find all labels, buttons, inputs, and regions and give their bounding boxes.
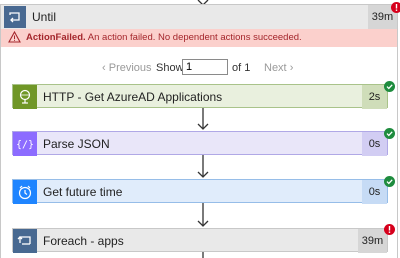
connector-line xyxy=(202,252,204,258)
action-card-parse-json[interactable]: {/} Parse JSON 0s xyxy=(12,131,388,156)
pager-next-button[interactable]: Next › xyxy=(264,62,293,74)
json-braces-icon: {/} xyxy=(13,132,37,156)
connector-arrow xyxy=(197,203,209,227)
http-globe-icon xyxy=(13,85,37,109)
action-title: HTTP - Get AzureAD Applications xyxy=(43,90,223,104)
success-check-icon xyxy=(384,128,395,139)
action-title: Get future time xyxy=(43,185,123,199)
error-badge-icon xyxy=(384,224,395,235)
connector-arrow xyxy=(197,155,209,178)
pager-previous-label: Previous xyxy=(108,62,152,74)
chevron-left-icon: ‹ xyxy=(102,62,106,74)
error-label: ActionFailed. xyxy=(26,32,86,43)
clock-icon xyxy=(13,180,37,204)
loop-icon xyxy=(4,6,26,28)
action-title: Parse JSON xyxy=(43,137,110,151)
page-number-input[interactable]: 1 xyxy=(182,59,228,75)
svg-text:{/}: {/} xyxy=(16,140,34,151)
pager-show-label: Show xyxy=(156,62,184,74)
action-card-foreach-apps[interactable]: Foreach - apps 39m xyxy=(12,228,388,253)
connector-arrow xyxy=(197,108,209,130)
pager-previous-button[interactable]: ‹ Previous xyxy=(102,62,152,74)
action-card-get-future-time[interactable]: Get future time 0s xyxy=(12,179,388,204)
pager-of-label: of 1 xyxy=(232,62,251,74)
error-message: ActionFailed. An action failed. No depen… xyxy=(26,32,302,43)
success-check-icon xyxy=(384,176,395,187)
warning-icon xyxy=(8,30,21,46)
pager-next-label: Next xyxy=(264,62,287,74)
chevron-right-icon: › xyxy=(289,62,294,74)
until-error-badge xyxy=(391,2,400,13)
success-check-icon xyxy=(384,81,395,92)
action-title: Foreach - apps xyxy=(43,234,124,248)
loop-icon xyxy=(13,229,37,253)
action-card-http[interactable]: HTTP - Get AzureAD Applications 2s xyxy=(12,84,388,109)
action-duration: 39m xyxy=(358,229,387,253)
until-title: Until xyxy=(32,10,57,24)
until-header[interactable] xyxy=(1,5,397,29)
error-detail: An action failed. No dependent actions s… xyxy=(85,32,302,43)
